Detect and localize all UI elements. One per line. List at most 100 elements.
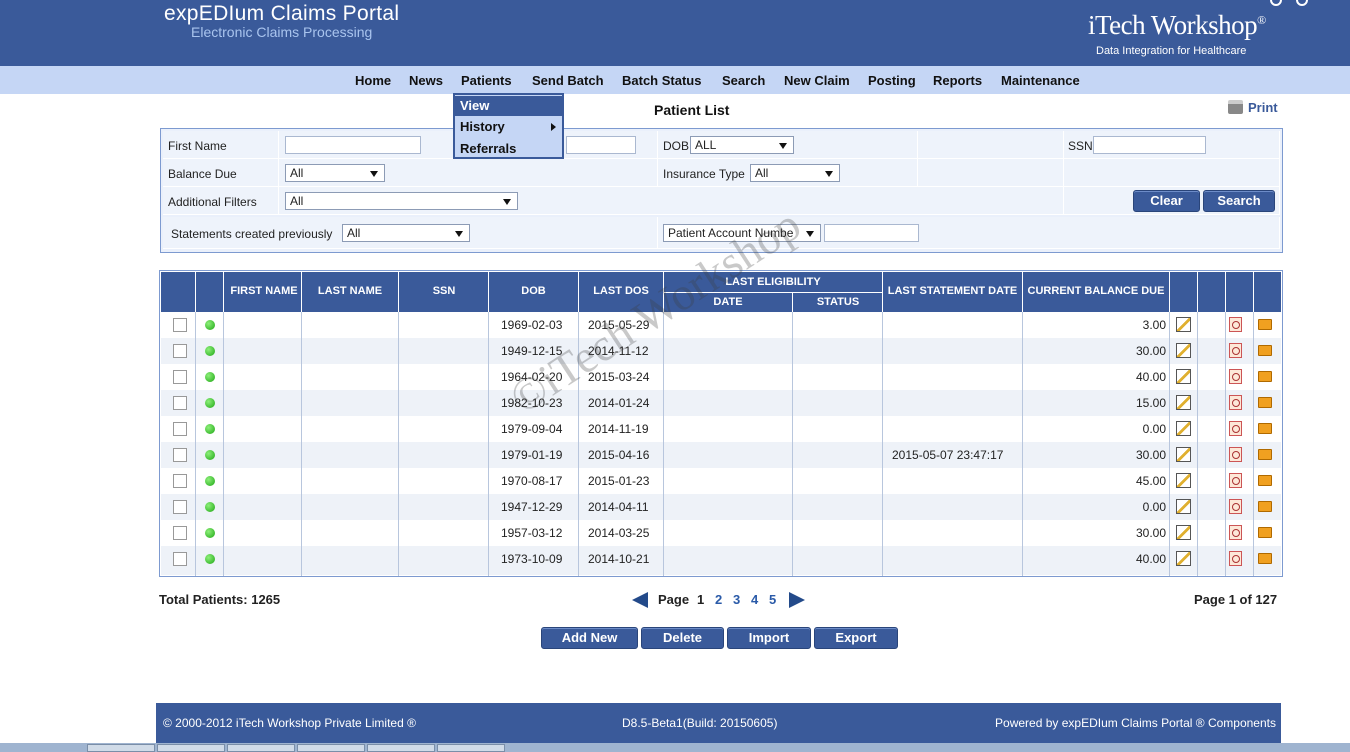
page-link-5[interactable]: 5: [769, 592, 776, 607]
balance-due-select[interactable]: All: [285, 164, 385, 182]
window-control-icon[interactable]: [1270, 0, 1282, 6]
taskbar-button[interactable]: [157, 744, 225, 752]
row-checkbox[interactable]: [173, 396, 187, 410]
folder-icon[interactable]: [1258, 501, 1272, 512]
row-checkbox[interactable]: [173, 552, 187, 566]
row-checkbox[interactable]: [173, 500, 187, 514]
row-checkbox[interactable]: [173, 474, 187, 488]
edit-icon[interactable]: [1176, 499, 1191, 514]
table-row[interactable]: 1949-12-15 2014-11-12 30.00: [161, 338, 1281, 364]
folder-icon[interactable]: [1258, 319, 1272, 330]
page-link-3[interactable]: 3: [733, 592, 740, 607]
nav-send-batch[interactable]: Send Batch: [532, 73, 604, 88]
taskbar-button[interactable]: [297, 744, 365, 752]
statements-select[interactable]: All: [342, 224, 470, 242]
folder-icon[interactable]: [1258, 345, 1272, 356]
ssn-input[interactable]: [1093, 136, 1206, 154]
col-last-name[interactable]: LAST NAME: [302, 285, 398, 297]
table-row[interactable]: 1979-01-19 2015-04-16 2015-05-07 23:47:1…: [161, 442, 1281, 468]
edit-icon[interactable]: [1176, 525, 1191, 540]
row-checkbox[interactable]: [173, 318, 187, 332]
taskbar-button[interactable]: [437, 744, 505, 752]
nav-batch-status[interactable]: Batch Status: [622, 73, 701, 88]
taskbar-button[interactable]: [87, 744, 155, 752]
col-current-balance-due[interactable]: CURRENT BALANCE DUE: [1023, 285, 1169, 297]
nav-posting[interactable]: Posting: [868, 73, 916, 88]
row-checkbox[interactable]: [173, 370, 187, 384]
col-eligibility-status[interactable]: STATUS: [793, 296, 883, 308]
view-claim-icon[interactable]: [1229, 551, 1242, 566]
view-claim-icon[interactable]: [1229, 525, 1242, 540]
folder-icon[interactable]: [1258, 397, 1272, 408]
page-link-4[interactable]: 4: [751, 592, 758, 607]
col-last-dos[interactable]: LAST DOS: [579, 285, 663, 297]
row-checkbox[interactable]: [173, 344, 187, 358]
dob-select[interactable]: ALL: [690, 136, 794, 154]
prev-page-icon[interactable]: [632, 592, 648, 608]
insurance-type-select[interactable]: All: [750, 164, 840, 182]
table-row[interactable]: 1969-02-03 2015-05-29 3.00: [161, 312, 1281, 338]
view-claim-icon[interactable]: [1229, 421, 1242, 436]
view-claim-icon[interactable]: [1229, 369, 1242, 384]
taskbar-button[interactable]: [227, 744, 295, 752]
search-button[interactable]: Search: [1203, 190, 1275, 212]
menu-item-history[interactable]: History: [455, 117, 562, 137]
folder-icon[interactable]: [1258, 475, 1272, 486]
edit-icon[interactable]: [1176, 395, 1191, 410]
nav-home[interactable]: Home: [355, 73, 391, 88]
account-field-select[interactable]: Patient Account Numbe: [663, 224, 821, 242]
edit-icon[interactable]: [1176, 343, 1191, 358]
nav-search[interactable]: Search: [722, 73, 765, 88]
row-checkbox[interactable]: [173, 448, 187, 462]
table-row[interactable]: 1970-08-17 2015-01-23 45.00: [161, 468, 1281, 494]
add-new-button[interactable]: Add New: [541, 627, 638, 649]
page-link-1[interactable]: 1: [697, 592, 704, 607]
print-button[interactable]: Print: [1228, 100, 1278, 115]
edit-icon[interactable]: [1176, 551, 1191, 566]
col-first-name[interactable]: FIRST NAME: [228, 285, 300, 297]
edit-icon[interactable]: [1176, 369, 1191, 384]
view-claim-icon[interactable]: [1229, 447, 1242, 462]
folder-icon[interactable]: [1258, 553, 1272, 564]
nav-reports[interactable]: Reports: [933, 73, 982, 88]
nav-maintenance[interactable]: Maintenance: [1001, 73, 1080, 88]
col-ssn[interactable]: SSN: [399, 285, 489, 297]
additional-filters-select[interactable]: All: [285, 192, 518, 210]
menu-item-view[interactable]: View: [455, 96, 562, 116]
folder-icon[interactable]: [1258, 423, 1272, 434]
edit-icon[interactable]: [1176, 317, 1191, 332]
folder-icon[interactable]: [1258, 449, 1272, 460]
next-page-icon[interactable]: [789, 592, 805, 608]
table-row[interactable]: 1973-10-09 2014-10-21 40.00: [161, 546, 1281, 575]
delete-button[interactable]: Delete: [641, 627, 724, 649]
view-claim-icon[interactable]: [1229, 317, 1242, 332]
account-number-input[interactable]: [824, 224, 919, 242]
export-button[interactable]: Export: [814, 627, 898, 649]
import-button[interactable]: Import: [727, 627, 811, 649]
folder-icon[interactable]: [1258, 527, 1272, 538]
page-link-2[interactable]: 2: [715, 592, 722, 607]
nav-new-claim[interactable]: New Claim: [784, 73, 850, 88]
nav-patients[interactable]: Patients: [461, 73, 512, 88]
nav-news[interactable]: News: [409, 73, 443, 88]
first-name-input[interactable]: [285, 136, 421, 154]
edit-icon[interactable]: [1176, 421, 1191, 436]
edit-icon[interactable]: [1176, 447, 1191, 462]
view-claim-icon[interactable]: [1229, 473, 1242, 488]
taskbar-button[interactable]: [367, 744, 435, 752]
row-checkbox[interactable]: [173, 422, 187, 436]
table-row[interactable]: 1979-09-04 2014-11-19 0.00: [161, 416, 1281, 442]
edit-icon[interactable]: [1176, 473, 1191, 488]
table-row[interactable]: 1947-12-29 2014-04-11 0.00: [161, 494, 1281, 520]
view-claim-icon[interactable]: [1229, 343, 1242, 358]
col-dob[interactable]: DOB: [489, 285, 578, 297]
view-claim-icon[interactable]: [1229, 395, 1242, 410]
window-control-icon[interactable]: [1296, 0, 1308, 6]
view-claim-icon[interactable]: [1229, 499, 1242, 514]
menu-item-referrals[interactable]: Referrals: [455, 139, 562, 159]
table-row[interactable]: 1957-03-12 2014-03-25 30.00: [161, 520, 1281, 546]
row-checkbox[interactable]: [173, 526, 187, 540]
table-row[interactable]: 1964-02-20 2015-03-24 40.00: [161, 364, 1281, 390]
col-eligibility-date[interactable]: DATE: [664, 296, 792, 308]
clear-button[interactable]: Clear: [1133, 190, 1200, 212]
